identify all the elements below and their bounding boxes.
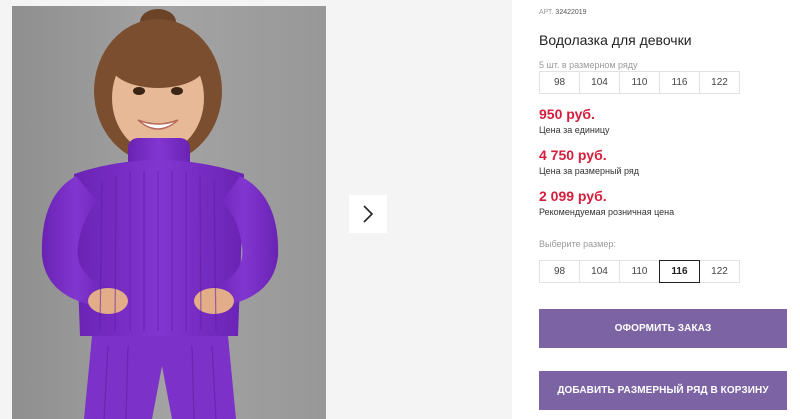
add-size-row-to-cart-button[interactable]: ДОБАВИТЬ РАЗМЕРНЫЙ РЯД В КОРЗИНУ xyxy=(539,371,787,410)
size-row-item: 104 xyxy=(579,71,620,94)
article-number: 32422019 xyxy=(555,9,587,16)
product-photo[interactable] xyxy=(12,6,326,419)
size-option-122[interactable]: 122 xyxy=(699,260,740,283)
unit-price: 950 руб. xyxy=(539,106,595,122)
retail-price-label: Рекомендуемая розничная цена xyxy=(539,207,675,217)
choose-size-label: Выберите размер: xyxy=(539,239,616,249)
retail-price: 2 099 руб. xyxy=(539,188,607,204)
size-option-98[interactable]: 98 xyxy=(539,260,580,283)
chevron-right-icon xyxy=(363,205,374,223)
size-option-104[interactable]: 104 xyxy=(579,260,620,283)
article-code: АРТ. 32422019 xyxy=(539,9,587,16)
next-image-button[interactable] xyxy=(349,195,387,233)
size-row-item: 116 xyxy=(659,71,700,94)
size-row-list: 98 104 110 116 122 xyxy=(539,71,740,94)
size-option-110[interactable]: 110 xyxy=(619,260,660,283)
product-title: Водолазка для девочки xyxy=(539,32,692,48)
size-selector: 98 104 110 116 122 xyxy=(539,260,740,283)
size-row-caption: 5 шт. в размерном ряду xyxy=(539,60,638,70)
unit-price-label: Цена за единицу xyxy=(539,125,610,135)
product-gallery xyxy=(0,0,512,419)
size-row-item: 98 xyxy=(539,71,580,94)
size-row-item: 110 xyxy=(619,71,660,94)
product-photo-image xyxy=(12,6,326,419)
size-row-price-label: Цена за размерный ряд xyxy=(539,166,640,176)
article-label: АРТ. xyxy=(539,9,554,16)
size-row-price: 4 750 руб. xyxy=(539,147,607,163)
size-row-item: 122 xyxy=(699,71,740,94)
size-option-116-selected[interactable]: 116 xyxy=(659,260,700,283)
checkout-button[interactable]: ОФОРМИТЬ ЗАКАЗ xyxy=(539,309,787,348)
